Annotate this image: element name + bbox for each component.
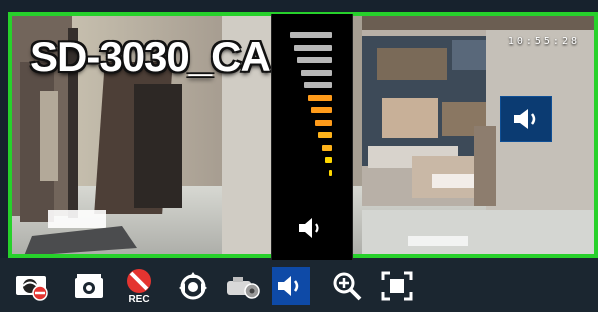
volume-bar[interactable] <box>311 107 332 113</box>
record-button[interactable]: REC <box>120 267 158 305</box>
camera-title: SD-3030_CA <box>30 33 271 80</box>
volume-mute-toggle[interactable] <box>295 214 327 242</box>
zoom-in-button[interactable] <box>328 267 366 305</box>
snapshot-button[interactable] <box>70 267 108 305</box>
speaker-icon <box>278 276 299 296</box>
volume-bar[interactable] <box>293 44 332 51</box>
stream-disable-button[interactable] <box>12 267 50 305</box>
volume-bar[interactable] <box>304 82 332 88</box>
volume-bar[interactable] <box>329 169 332 176</box>
volume-bar[interactable] <box>297 57 332 63</box>
record-label: REC <box>128 294 150 305</box>
volume-bar[interactable] <box>314 119 332 126</box>
volume-bar[interactable] <box>325 157 332 163</box>
speaker-icon <box>299 218 319 238</box>
volume-bar[interactable] <box>290 32 332 38</box>
speaker-icon <box>514 109 536 129</box>
timestamp: 10:55:28 <box>507 36 580 47</box>
volume-bar[interactable] <box>307 94 332 101</box>
audio-indicator[interactable] <box>500 96 552 142</box>
audio-button[interactable] <box>272 267 310 305</box>
volume-bar[interactable] <box>300 69 332 76</box>
record-icon <box>127 269 151 293</box>
snapshot-icon <box>75 274 103 298</box>
camera-viewer: SD-3030_CA 10:55:28 REC <box>0 0 598 312</box>
volume-panel[interactable] <box>271 14 353 260</box>
zoom-in-icon <box>333 272 362 301</box>
ptz-icon <box>179 272 207 300</box>
camera-settings-icon <box>227 277 260 299</box>
stream-disable-icon <box>16 276 48 301</box>
volume-bar[interactable] <box>321 144 332 151</box>
camera-settings-button[interactable] <box>224 267 262 305</box>
fullscreen-icon <box>381 271 413 301</box>
toolbar: REC <box>0 258 598 312</box>
volume-bar[interactable] <box>318 132 332 138</box>
ptz-button[interactable] <box>174 267 212 305</box>
fullscreen-button[interactable] <box>378 267 416 305</box>
